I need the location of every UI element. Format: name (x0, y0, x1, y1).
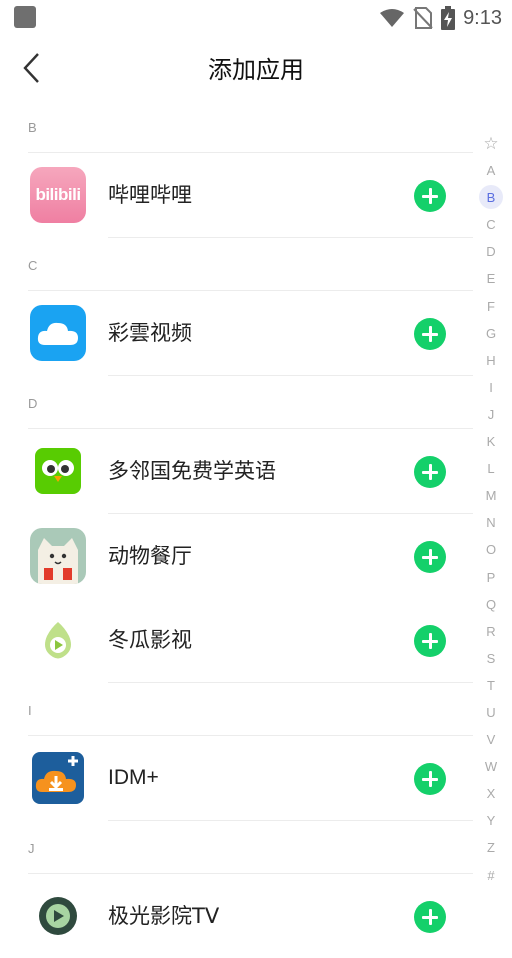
section-header-j: J (28, 841, 35, 856)
bilibili-icon: bilibili (30, 167, 86, 223)
index-letter[interactable]: G (476, 320, 506, 347)
index-letter[interactable]: Z (476, 834, 506, 861)
index-letter[interactable]: E (476, 265, 506, 292)
add-button[interactable] (414, 541, 446, 573)
index-letter[interactable]: N (476, 509, 506, 536)
add-button[interactable] (414, 625, 446, 657)
index-letter[interactable]: V (476, 726, 506, 753)
list-item: 彩雲视频 (0, 291, 470, 375)
jiguang-cinema-icon (30, 888, 86, 944)
battery-charging-icon (441, 6, 456, 30)
donggua-video-icon (30, 612, 86, 668)
app-name: IDM+ (108, 766, 159, 789)
index-letter[interactable]: Q (476, 591, 506, 618)
idm-plus-icon (32, 752, 84, 804)
index-letter[interactable]: D (476, 238, 506, 265)
cloud-download-icon (35, 756, 78, 792)
app-list: B bilibili 哔哩哔哩 C 彩雲视频 D 多邻国免费学英语 动物餐厅 冬… (0, 100, 473, 958)
cloud-icon (37, 322, 78, 345)
index-letter[interactable]: X (476, 780, 506, 807)
section-header-b: B (28, 120, 37, 135)
index-letter[interactable]: # (476, 862, 506, 889)
alphabet-index: ☆ A B C D E F G H I J K L M N O P Q R S T U V W X Y Z # (476, 130, 506, 889)
add-button[interactable] (414, 456, 446, 488)
list-item: IDM+ (0, 736, 470, 820)
page-title: 添加应用 (208, 56, 304, 84)
app-name: 动物餐厅 (108, 544, 192, 568)
app-name: 冬瓜影视 (108, 628, 192, 652)
section-header-i: I (28, 703, 32, 718)
list-item: 极光影院TV (0, 874, 470, 958)
index-letter[interactable]: P (476, 564, 506, 591)
index-letter[interactable]: O (476, 536, 506, 563)
index-letter[interactable]: F (476, 293, 506, 320)
cat-icon (38, 538, 78, 584)
index-letter[interactable]: U (476, 699, 506, 726)
status-icons: 9:13 (379, 5, 502, 31)
index-letter[interactable]: C (476, 211, 506, 238)
index-letter[interactable]: R (476, 618, 506, 645)
section-header-d: D (28, 396, 38, 411)
list-item: 冬瓜影视 (0, 598, 470, 682)
status-bar: 9:13 (0, 0, 512, 36)
index-letter[interactable]: L (476, 455, 506, 482)
app-name: 极光影院TV (108, 904, 220, 928)
index-letter[interactable]: ☆ (476, 130, 506, 157)
notification-icon (14, 6, 36, 28)
index-letter[interactable]: T (476, 672, 506, 699)
cloud-video-icon (30, 305, 86, 361)
index-letter[interactable]: Y (476, 807, 506, 834)
header: 添加应用 (0, 36, 512, 100)
add-button[interactable] (414, 180, 446, 212)
add-button[interactable] (414, 318, 446, 350)
app-name: 多邻国免费学英语 (108, 459, 276, 483)
list-item: bilibili 哔哩哔哩 (0, 153, 470, 237)
section-header-c: C (28, 258, 38, 273)
index-letter[interactable]: A (476, 157, 506, 184)
add-button[interactable] (414, 901, 446, 933)
index-letter[interactable]: W (476, 753, 506, 780)
index-letter[interactable]: B (476, 184, 506, 211)
index-letter[interactable]: J (476, 401, 506, 428)
no-sim-icon (413, 7, 433, 29)
status-time: 9:13 (463, 6, 502, 29)
index-letter[interactable]: M (476, 482, 506, 509)
owl-face-icon (42, 460, 74, 482)
index-letter[interactable]: K (476, 428, 506, 455)
index-letter[interactable]: S (476, 645, 506, 672)
duolingo-icon (35, 448, 81, 494)
film-reel-icon (39, 897, 77, 935)
melon-play-icon (45, 622, 71, 659)
animal-restaurant-icon (30, 528, 86, 584)
list-item: 动物餐厅 (0, 514, 470, 598)
app-name: 彩雲视频 (108, 321, 192, 345)
add-button[interactable] (414, 763, 446, 795)
index-letter[interactable]: I (476, 374, 506, 401)
wifi-icon (380, 9, 405, 27)
app-name: 哔哩哔哩 (108, 183, 192, 207)
list-item: 多邻国免费学英语 (0, 429, 470, 513)
index-letter[interactable]: H (476, 347, 506, 374)
